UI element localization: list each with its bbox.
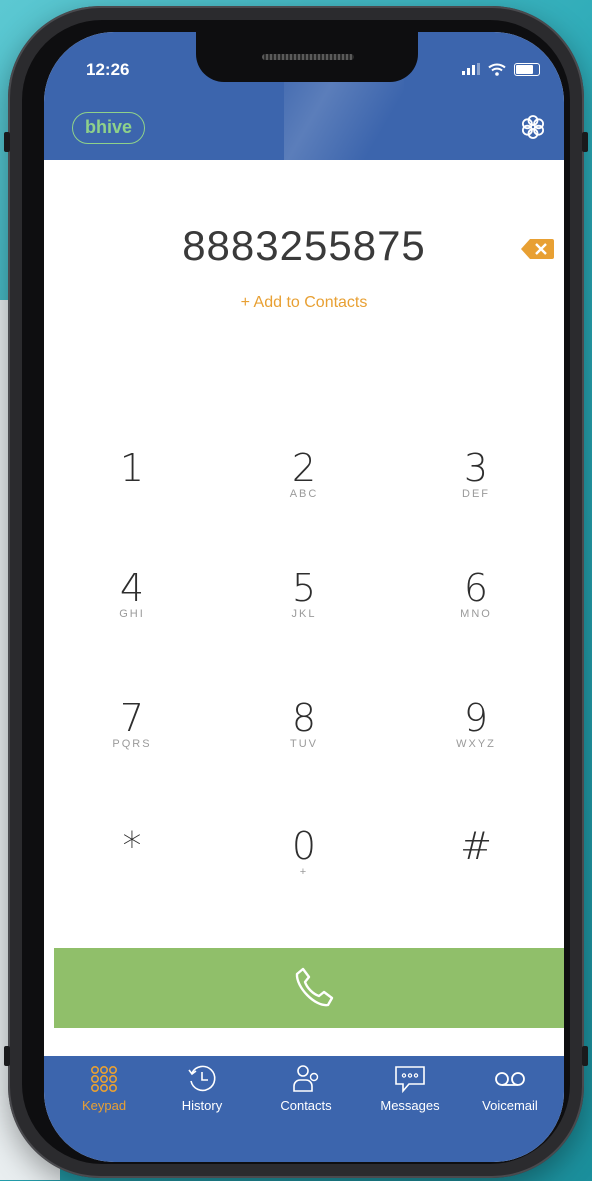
tab-messages[interactable]: Messages — [360, 1064, 460, 1113]
key-9[interactable]: 9 WXYZ — [416, 696, 536, 776]
speaker-grille — [262, 54, 354, 60]
key-letters: TUV — [290, 738, 318, 750]
key-digit: 8 — [291, 696, 317, 740]
key-digit: 7 — [119, 696, 145, 740]
key-digit: 5 — [291, 566, 317, 610]
key-digit: 2 — [291, 446, 317, 490]
key-digit: 6 — [463, 566, 489, 610]
tab-history[interactable]: History — [152, 1064, 252, 1113]
side-button — [582, 1046, 588, 1066]
tab-keypad[interactable]: Keypad — [54, 1064, 154, 1113]
notch — [196, 32, 418, 82]
backspace-icon[interactable] — [520, 238, 554, 260]
key-digit: # — [460, 824, 492, 868]
phone-icon — [295, 967, 334, 1007]
header-bar: 12:26 bhive — [44, 32, 564, 160]
key-5[interactable]: 5 JKL — [244, 566, 364, 646]
tab-contacts[interactable]: Contacts — [256, 1064, 356, 1113]
key-8[interactable]: 8 TUV — [244, 696, 364, 776]
phone-frame: 12:26 bhive 8883255875 + Add to Contacts… — [4, 6, 588, 1178]
key-1[interactable]: 1 — [72, 446, 192, 526]
key-2[interactable]: 2 ABC — [244, 446, 364, 526]
side-button — [4, 1046, 10, 1066]
settings-flower-icon[interactable] — [518, 112, 548, 142]
key-0[interactable]: 0 + — [244, 824, 364, 904]
key-hash[interactable]: # — [416, 824, 536, 904]
key-4[interactable]: 4 GHI — [72, 566, 192, 646]
key-digit: 4 — [119, 566, 145, 610]
tab-label: Messages — [380, 1098, 440, 1113]
screen: 12:26 bhive 8883255875 + Add to Contacts… — [44, 32, 564, 1162]
key-letters: PQRS — [112, 738, 152, 750]
contacts-icon — [293, 1065, 319, 1092]
key-letters: JKL — [291, 608, 317, 620]
signal-icon — [462, 63, 480, 75]
key-digit: * — [122, 824, 142, 868]
tab-label: Contacts — [280, 1098, 332, 1113]
call-button[interactable] — [54, 948, 564, 1028]
bhive-logo: bhive — [72, 112, 146, 144]
key-3[interactable]: 3 DEF — [416, 446, 536, 526]
side-button — [4, 132, 10, 152]
key-star[interactable]: * — [72, 824, 192, 904]
tab-label: Voicemail — [482, 1098, 538, 1113]
messages-icon — [395, 1066, 425, 1094]
key-letters: WXYZ — [456, 738, 496, 750]
add-to-contacts-link[interactable]: + Add to Contacts — [44, 294, 564, 312]
key-6[interactable]: 6 MNO — [416, 566, 536, 646]
key-letters: MNO — [460, 608, 492, 620]
keypad-icon — [90, 1065, 117, 1092]
key-letters: + — [299, 866, 309, 878]
voicemail-icon — [495, 1072, 525, 1086]
bottom-tab-bar: Keypad History Contacts Messages Voicema… — [44, 1056, 564, 1162]
key-digit: 9 — [463, 696, 489, 740]
side-button — [582, 132, 588, 152]
tab-voicemail[interactable]: Voicemail — [460, 1064, 560, 1113]
tab-label: History — [181, 1098, 223, 1113]
key-digit: 1 — [119, 446, 145, 490]
dialed-number: 8883255875 — [182, 222, 426, 269]
wifi-icon — [488, 63, 506, 76]
tab-label: Keypad — [81, 1098, 127, 1113]
key-letters: DEF — [462, 488, 490, 500]
status-icons — [462, 62, 540, 76]
key-7[interactable]: 7 PQRS — [72, 696, 192, 776]
key-letters: ABC — [289, 488, 319, 500]
key-digit: 3 — [463, 446, 489, 490]
key-digit: 0 — [291, 824, 317, 868]
history-icon — [188, 1065, 216, 1092]
battery-icon — [514, 62, 540, 76]
key-letters: GHI — [119, 608, 145, 620]
status-time: 12:26 — [86, 60, 130, 79]
